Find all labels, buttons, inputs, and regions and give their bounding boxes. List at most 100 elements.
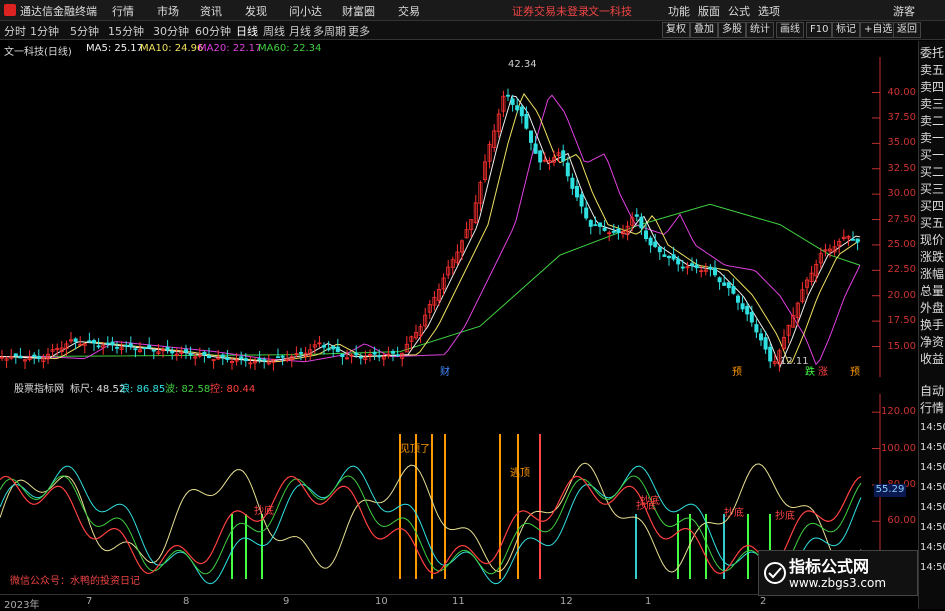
candle-body xyxy=(18,355,23,359)
tick-time: 14:50 xyxy=(920,542,945,553)
quote-field: 换手 xyxy=(920,318,945,332)
menu-banmian[interactable]: 版面 xyxy=(698,3,720,19)
btn-duogu[interactable]: 多股 xyxy=(718,22,746,38)
candle-body xyxy=(151,349,156,352)
event-marker: 涨 xyxy=(818,366,828,377)
menu-gongshi[interactable]: 公式 xyxy=(728,3,750,19)
btn-biaoji[interactable]: 标记 xyxy=(832,22,860,38)
candle-body xyxy=(354,352,359,356)
tick-time: 14:50 xyxy=(920,522,945,533)
tf-day[interactable]: 日线 xyxy=(236,23,258,39)
tick-time: 14:50 xyxy=(920,462,945,473)
candle-body xyxy=(634,214,639,217)
tf-week[interactable]: 周线 xyxy=(263,23,285,39)
tick-time: 14:50 xyxy=(920,422,945,433)
quote-field: 卖三 xyxy=(920,97,945,111)
tf-fenshi[interactable]: 分时 xyxy=(4,23,26,39)
candle-body xyxy=(584,207,589,219)
ma10-value: MA10: 24.96 xyxy=(140,43,204,54)
candle-body xyxy=(220,354,225,358)
main-ytick: 30.00 xyxy=(887,188,916,200)
candle-body xyxy=(225,357,230,360)
candle-body xyxy=(602,227,607,231)
tf-more[interactable]: 更多 xyxy=(348,23,370,39)
candle-body xyxy=(275,356,280,359)
main-ytick: 17.50 xyxy=(887,315,916,327)
candle-body xyxy=(717,277,722,283)
candle-body xyxy=(257,358,262,361)
indicator-v3: 波: 82.58 xyxy=(165,384,211,395)
btn-fuquan[interactable]: 复权 xyxy=(662,22,690,38)
tf-multi[interactable]: 多周期 xyxy=(313,23,346,39)
candle-body xyxy=(667,255,672,259)
sub-ytick: 120.00 xyxy=(881,406,916,418)
quote-field[interactable]: 自动 xyxy=(920,383,944,400)
candle-body xyxy=(142,347,147,350)
candle-body xyxy=(377,355,382,358)
candle-body xyxy=(147,345,152,349)
candle-body xyxy=(570,177,575,189)
menu-faxian[interactable]: 发现 xyxy=(245,3,267,19)
menu-shichang[interactable]: 市场 xyxy=(157,3,179,19)
menu-wenxiaoda[interactable]: 问小达 xyxy=(289,3,322,19)
watermark-title: 指标公式网 xyxy=(789,557,870,576)
quote-field: 现价 xyxy=(920,233,945,247)
tick-time: 14:50 xyxy=(920,502,945,513)
candle-body xyxy=(298,352,303,354)
indicator-v4: 控: 80.44 xyxy=(210,384,256,395)
event-marker: 财 xyxy=(440,365,450,377)
tf-30min[interactable]: 30分钟 xyxy=(153,23,189,39)
app-title: 通达信金融终端 xyxy=(20,5,97,18)
candle-body xyxy=(694,264,699,269)
menu-xuanxiang[interactable]: 选项 xyxy=(758,3,780,19)
btn-fanhui[interactable]: 返回 xyxy=(893,22,921,38)
candle-body xyxy=(321,345,326,348)
candle-body xyxy=(671,254,676,260)
quote-field: 净资 xyxy=(920,335,945,349)
menu-gongneng[interactable]: 功能 xyxy=(668,3,690,19)
candle-body xyxy=(36,356,41,360)
quote-field: 涨幅 xyxy=(920,267,945,281)
candle-body xyxy=(662,254,667,257)
tf-60min[interactable]: 60分钟 xyxy=(195,23,231,39)
candle-body xyxy=(92,340,97,344)
x-tick: 1 xyxy=(645,596,652,607)
menu-jiaoyi[interactable]: 交易 xyxy=(398,3,420,19)
btn-zixuan[interactable]: +自选 xyxy=(860,22,897,38)
tick-time: 14:50 xyxy=(920,442,945,453)
login-notice[interactable]: 证券交易未登录 xyxy=(512,3,589,19)
candle-body xyxy=(110,341,115,346)
quote-field: 卖五 xyxy=(920,63,945,77)
btn-f10[interactable]: F10 xyxy=(806,22,833,38)
candle-body xyxy=(676,258,681,265)
main-ytick: 27.50 xyxy=(887,213,916,225)
candle-body xyxy=(32,354,37,357)
timeframe-bar: 分时 1分钟 5分钟 15分钟 30分钟 60分钟 日线 周线 月线 多周期 更… xyxy=(0,21,945,40)
candle-body xyxy=(575,186,580,198)
btn-diejia[interactable]: 叠加 xyxy=(690,22,718,38)
btn-huaxian[interactable]: 画线 xyxy=(776,22,804,38)
indicator-current-badge: 55.29 xyxy=(874,484,906,497)
tf-1min[interactable]: 1分钟 xyxy=(30,23,59,39)
candle-body xyxy=(759,333,764,341)
btn-tongji[interactable]: 统计 xyxy=(746,22,774,38)
menu-hangqing[interactable]: 行情 xyxy=(112,3,134,19)
menu-zixun[interactable]: 资讯 xyxy=(200,3,222,19)
tick-time: 14:50 xyxy=(920,482,945,493)
quote-field[interactable]: 行情 xyxy=(920,400,944,417)
candle-body xyxy=(390,351,395,354)
candle-body xyxy=(749,311,754,323)
candlestick-chart[interactable]: 42.34 12.11 财 预 跌涨 预 xyxy=(0,57,918,377)
tf-month[interactable]: 月线 xyxy=(289,23,311,39)
candle-body xyxy=(372,351,377,355)
candle-body xyxy=(639,216,644,229)
tf-15min[interactable]: 15分钟 xyxy=(108,23,144,39)
event-marker: 预 xyxy=(850,366,860,377)
guest-label[interactable]: 游客 xyxy=(893,3,915,19)
candle-body xyxy=(561,150,566,162)
tf-5min[interactable]: 5分钟 xyxy=(70,23,99,39)
signal-label: 抄底 xyxy=(640,494,660,507)
ma20-line xyxy=(0,94,861,366)
menu-caifuquan[interactable]: 财富圈 xyxy=(342,3,375,19)
indicator-name: 股票指标网 xyxy=(14,384,64,395)
